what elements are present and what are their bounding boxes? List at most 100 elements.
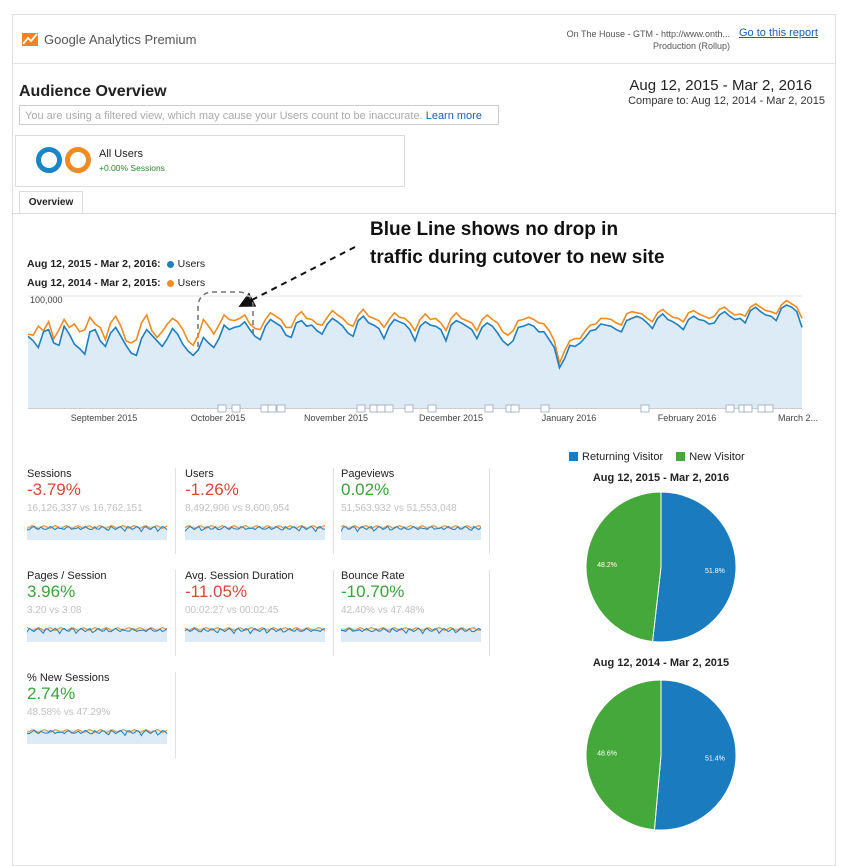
filter-notice-text: You are using a filtered view, which may… bbox=[25, 110, 423, 122]
annotation-marker-icon[interactable] bbox=[267, 404, 277, 413]
x-tick-label: February 2016 bbox=[658, 413, 717, 423]
pie-legend: Returning Visitor New Visitor bbox=[569, 451, 745, 463]
pie-previous[interactable]: 51.4% 48.6% bbox=[585, 679, 737, 831]
legend-current-dot bbox=[166, 260, 174, 268]
metric-sparkline bbox=[27, 627, 168, 642]
metric-label: Bounce Rate bbox=[341, 570, 405, 582]
annotation-marker-icon[interactable] bbox=[764, 404, 774, 413]
product-name: Google Analytics Premium bbox=[44, 31, 197, 47]
legend-new-swatch bbox=[676, 452, 686, 461]
annotation-line-2: traffic during cutover to new site bbox=[370, 247, 665, 268]
series-current-area bbox=[28, 305, 802, 408]
annotation-marker-icon[interactable] bbox=[743, 404, 753, 413]
pie-title-previous: Aug 12, 2014 - Mar 2, 2015 bbox=[592, 657, 730, 669]
metric-label: Pageviews bbox=[341, 468, 395, 480]
metric-compare: 42.40% vs 47.48% bbox=[341, 605, 425, 616]
metric-change: 2.74% bbox=[27, 684, 76, 703]
annotation-marker-icon[interactable] bbox=[217, 404, 227, 413]
metric-sparkline bbox=[27, 525, 168, 540]
metric-change: -1.26% bbox=[185, 480, 239, 499]
ga-logo[interactable]: Google Analytics Premium bbox=[22, 28, 202, 50]
pie-slice-label: 48.6% bbox=[597, 751, 617, 758]
metric-pages-session[interactable]: Pages / Session 3.96% 3.20 vs 3.08 bbox=[27, 570, 176, 656]
x-tick-label: November 2015 bbox=[304, 413, 368, 423]
pie-current[interactable]: 51.8% 48.2% bbox=[585, 491, 737, 643]
annotation-marker-icon[interactable] bbox=[231, 404, 241, 413]
legend-returning: Returning Visitor bbox=[582, 451, 664, 463]
annotation-marker-icon[interactable] bbox=[640, 404, 650, 413]
compare-range: Compare to: Aug 12, 2014 - Mar 2, 2015 bbox=[628, 95, 825, 107]
metric-compare: 48.58% vs 47.29% bbox=[27, 707, 111, 718]
legend-current-name: Users bbox=[177, 258, 206, 270]
y-tick-100k: 100,000 bbox=[30, 295, 63, 305]
metric-change: 0.02% bbox=[341, 480, 390, 499]
date-range-picker[interactable]: Aug 12, 2015 - Mar 2, 2016 bbox=[600, 77, 812, 94]
x-tick-label: September 2015 bbox=[71, 413, 138, 423]
metric-compare: 51,563,932 vs 51,553,048 bbox=[341, 503, 457, 514]
metric-compare: 3.20 vs 3.08 bbox=[27, 605, 82, 616]
annotation-marker-icon[interactable] bbox=[356, 404, 366, 413]
legend-current: Aug 12, 2015 - Mar 2, 2016: Users bbox=[27, 258, 205, 270]
annotation-line-1: Blue Line shows no drop in bbox=[370, 219, 619, 240]
analytics-logo-icon bbox=[22, 33, 38, 46]
metric-compare: 16,126,337 vs 16,762,151 bbox=[27, 503, 143, 514]
metric-sparkline bbox=[27, 729, 168, 744]
pie-title-current: Aug 12, 2015 - Mar 2, 2016 bbox=[592, 472, 730, 484]
annotation-marker-icon[interactable] bbox=[276, 404, 286, 413]
annotation-marker-icon[interactable] bbox=[725, 404, 735, 413]
metric-compare: 00:02:27 vs 00:02:45 bbox=[185, 605, 279, 616]
segment-blue-ring-icon bbox=[36, 147, 62, 173]
metric-label: Sessions bbox=[27, 468, 72, 480]
metric-label: Pages / Session bbox=[27, 570, 107, 582]
legend-returning-swatch bbox=[569, 452, 578, 461]
pie-slice-returning bbox=[651, 491, 737, 643]
metric-label: Avg. Session Duration bbox=[185, 570, 294, 582]
view-subname: Production (Rollup) bbox=[652, 41, 730, 51]
metric-new-sessions[interactable]: % New Sessions 2.74% 48.58% vs 47.29% bbox=[27, 672, 176, 758]
pie-slice-label: 51.8% bbox=[705, 568, 725, 575]
learn-more-link[interactable]: Learn more bbox=[426, 110, 482, 122]
x-tick-label: March 2... bbox=[778, 413, 818, 423]
segment-orange-ring-icon bbox=[65, 147, 91, 173]
annotation-marker-icon[interactable] bbox=[404, 404, 414, 413]
metric-sparkline bbox=[341, 525, 482, 540]
annotation-marker-icon[interactable] bbox=[376, 404, 386, 413]
annotation-marker-icon[interactable] bbox=[484, 404, 494, 413]
annotation-marker-icon[interactable] bbox=[540, 404, 550, 413]
header-divider bbox=[12, 63, 835, 64]
view-selector[interactable]: On The House - GTM - http://www.onth... … bbox=[540, 28, 730, 52]
metric-bounce-rate[interactable]: Bounce Rate -10.70% 42.40% vs 47.48% bbox=[341, 570, 490, 656]
annotation-marker-icon[interactable] bbox=[384, 404, 394, 413]
view-name: On The House - GTM - http://www.onth... bbox=[566, 29, 730, 39]
pie-slice-label: 48.2% bbox=[597, 562, 617, 569]
metric-sparkline bbox=[185, 627, 326, 642]
tab-overview[interactable]: Overview bbox=[19, 191, 83, 214]
x-tick-label: October 2015 bbox=[191, 413, 246, 423]
users-line-chart[interactable]: 100,00050,000September 2015October 2015N… bbox=[0, 286, 830, 426]
segment-label: All Users bbox=[99, 148, 144, 160]
x-tick-label: December 2015 bbox=[419, 413, 483, 423]
metric-users[interactable]: Users -1.26% 8,492,906 vs 8,600,954 bbox=[185, 468, 334, 554]
metric-label: % New Sessions bbox=[27, 672, 110, 684]
metric-change: 3.96% bbox=[27, 582, 76, 601]
pie-slice-label: 51.4% bbox=[705, 755, 725, 762]
x-tick-label: January 2016 bbox=[542, 413, 597, 423]
metric-label: Users bbox=[185, 468, 214, 480]
filter-notice: You are using a filtered view, which may… bbox=[19, 105, 499, 125]
go-to-report-link[interactable]: Go to this report bbox=[739, 27, 818, 39]
metric-change: -10.70% bbox=[341, 582, 405, 601]
metric-pageviews[interactable]: Pageviews 0.02% 51,563,932 vs 51,553,048 bbox=[341, 468, 490, 554]
metric-sessions[interactable]: Sessions -3.79% 16,126,337 vs 16,762,151 bbox=[27, 468, 176, 554]
annotation-marker-icon[interactable] bbox=[510, 404, 520, 413]
metric-change: -3.79% bbox=[27, 480, 81, 499]
metric-change: -11.05% bbox=[185, 582, 248, 601]
metric-avg-session-duration[interactable]: Avg. Session Duration -11.05% 00:02:27 vs … bbox=[185, 570, 334, 656]
annotation-text: Blue Line shows no drop in traffic durin… bbox=[370, 216, 665, 272]
page-title: Audience Overview bbox=[19, 83, 167, 100]
metric-sparkline bbox=[341, 627, 482, 642]
legend-new: New Visitor bbox=[689, 451, 745, 463]
segment-sessions: +0.00% Sessions bbox=[99, 163, 165, 173]
tab-divider bbox=[12, 213, 835, 214]
annotation-marker-icon[interactable] bbox=[427, 404, 437, 413]
metric-compare: 8,492,906 vs 8,600,954 bbox=[185, 503, 290, 514]
